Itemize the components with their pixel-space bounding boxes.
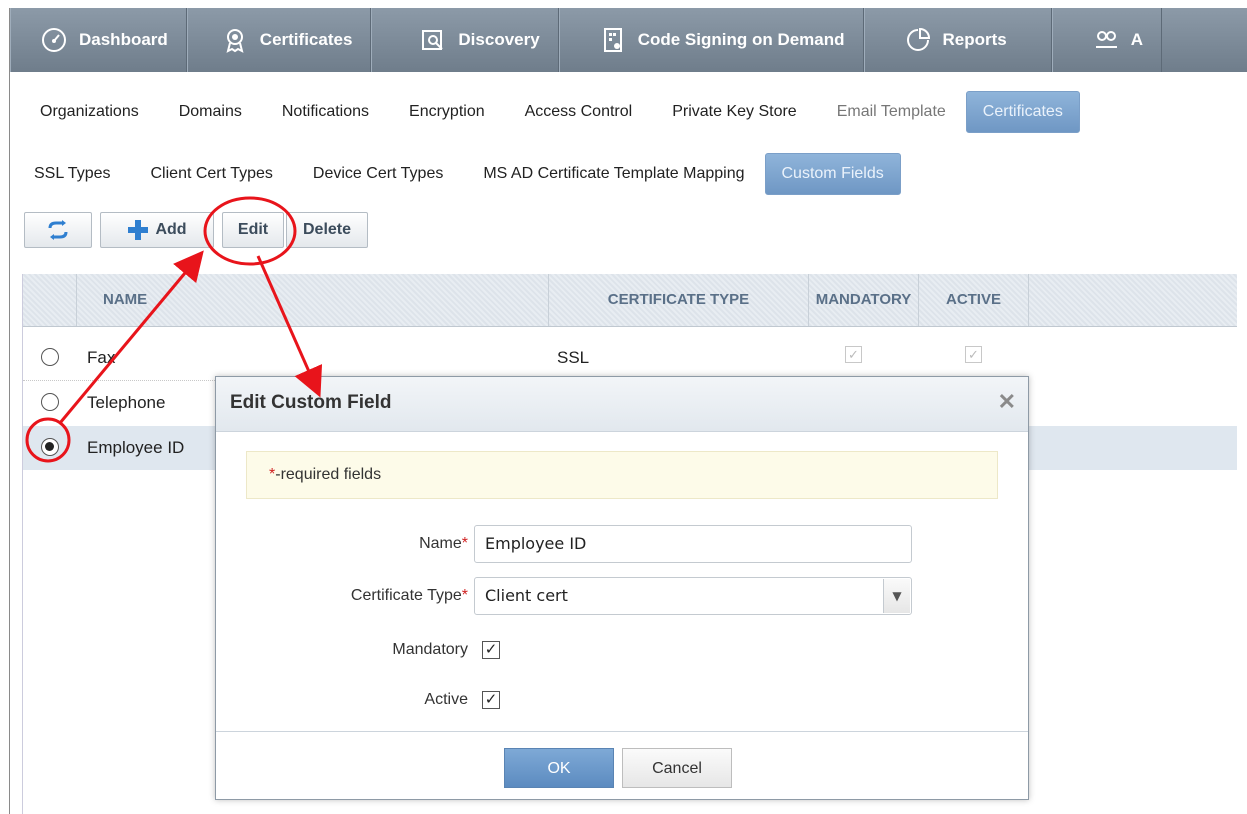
edit-custom-field-dialog: Edit Custom Field ✕ *-required fields Na… bbox=[215, 376, 1029, 800]
mandatory-row: Mandatory ✓ bbox=[216, 631, 1028, 671]
column-header-name[interactable]: NAME bbox=[77, 274, 549, 326]
row-name: Fax bbox=[87, 348, 116, 367]
tab-access-control[interactable]: Access Control bbox=[505, 93, 653, 131]
tab-email-template[interactable]: Email Template bbox=[817, 93, 966, 131]
nav-certificates[interactable]: Certificates bbox=[186, 8, 372, 72]
certificate-badge-icon bbox=[226, 29, 244, 53]
column-header-mandatory[interactable]: MANDATORY bbox=[809, 274, 919, 326]
certificate-type-value: Client cert bbox=[485, 586, 568, 605]
edit-button[interactable]: Edit bbox=[222, 212, 284, 248]
plus-icon bbox=[128, 220, 149, 240]
dialog-footer: OK Cancel bbox=[216, 731, 1028, 800]
delete-button-label: Delete bbox=[302, 221, 352, 238]
nav-dashboard[interactable]: Dashboard bbox=[10, 8, 187, 72]
tab-device-cert-types[interactable]: Device Cert Types bbox=[293, 155, 463, 193]
tab-certificates[interactable]: Certificates bbox=[965, 91, 1080, 133]
active-checkbox: ✓ bbox=[965, 346, 982, 363]
top-nav: Dashboard Certificates Discovery Code Si… bbox=[10, 8, 1247, 72]
gauge-icon bbox=[42, 28, 66, 52]
certificate-type-row: Certificate Type* Client cert ▼ bbox=[216, 577, 1028, 617]
active-row: Active ✓ bbox=[216, 681, 1028, 721]
admin-icon bbox=[1095, 31, 1117, 48]
row-radio[interactable] bbox=[41, 393, 59, 411]
toolbar: Add Edit Delete bbox=[24, 212, 368, 248]
pie-chart-icon bbox=[906, 27, 930, 51]
nav-certificates-label: Certificates bbox=[259, 30, 353, 49]
row-certificate-type: SSL bbox=[557, 348, 590, 367]
nav-code-signing-label: Code Signing on Demand bbox=[637, 30, 845, 49]
required-star: * bbox=[461, 535, 468, 552]
required-note-label: -required fields bbox=[275, 466, 382, 483]
required-fields-text: *-required fields bbox=[269, 466, 381, 484]
tab-client-cert-types[interactable]: Client Cert Types bbox=[131, 155, 293, 193]
nav-admin-label: A bbox=[1130, 30, 1144, 49]
required-fields-note: *-required fields bbox=[246, 451, 998, 499]
tab-notifications[interactable]: Notifications bbox=[262, 93, 389, 131]
edit-button-label: Edit bbox=[237, 221, 269, 238]
settings-tabs: Organizations Domains Notifications Encr… bbox=[20, 90, 1080, 134]
ok-button[interactable]: OK bbox=[504, 748, 614, 788]
tab-custom-fields[interactable]: Custom Fields bbox=[764, 153, 901, 195]
code-document-icon bbox=[603, 28, 622, 52]
name-row: Name* Employee ID bbox=[216, 525, 1028, 565]
row-name: Employee ID bbox=[87, 438, 185, 457]
row-name: Telephone bbox=[87, 393, 166, 412]
nav-reports[interactable]: Reports bbox=[863, 8, 1052, 72]
row-radio[interactable] bbox=[41, 348, 59, 366]
name-label-text: Name bbox=[419, 535, 462, 552]
mandatory-checkbox[interactable]: ✓ bbox=[482, 641, 500, 659]
name-field[interactable]: Employee ID bbox=[474, 525, 912, 563]
close-icon[interactable]: ✕ bbox=[998, 389, 1016, 415]
dialog-title: Edit Custom Field bbox=[230, 392, 392, 413]
name-label: Name* bbox=[419, 535, 468, 553]
certificate-type-select[interactable]: Client cert ▼ bbox=[474, 577, 912, 615]
tab-domains[interactable]: Domains bbox=[159, 93, 262, 131]
dialog-title-bar: Edit Custom Field ✕ bbox=[216, 377, 1028, 432]
nav-discovery-label: Discovery bbox=[458, 30, 540, 49]
required-star: * bbox=[461, 587, 468, 604]
table-row[interactable]: Fax SSL ✓ ✓ bbox=[23, 336, 1023, 380]
nav-code-signing[interactable]: Code Signing on Demand bbox=[558, 8, 864, 72]
certificate-tabs: SSL Types Client Cert Types Device Cert … bbox=[34, 152, 901, 196]
tab-encryption[interactable]: Encryption bbox=[389, 93, 505, 131]
add-button-label: Add bbox=[155, 221, 187, 238]
tab-organizations[interactable]: Organizations bbox=[20, 93, 159, 131]
table-header: NAME CERTIFICATE TYPE MANDATORY ACTIVE bbox=[23, 274, 1237, 327]
chevron-down-icon[interactable]: ▼ bbox=[883, 579, 910, 613]
magnifier-document-icon bbox=[422, 30, 444, 50]
tab-ssl-types[interactable]: SSL Types bbox=[34, 155, 131, 193]
active-label: Active bbox=[424, 691, 468, 708]
select-column-header bbox=[23, 274, 77, 326]
nav-dashboard-label: Dashboard bbox=[79, 30, 168, 49]
refresh-icon bbox=[48, 220, 68, 240]
mandatory-label: Mandatory bbox=[392, 641, 468, 658]
certificate-type-label-text: Certificate Type bbox=[350, 587, 462, 604]
row-radio-selected[interactable] bbox=[41, 438, 59, 456]
certificate-type-label: Certificate Type* bbox=[351, 587, 468, 605]
refresh-button[interactable] bbox=[24, 212, 92, 248]
nav-discovery[interactable]: Discovery bbox=[371, 8, 559, 72]
nav-admin[interactable]: A bbox=[1051, 8, 1163, 72]
column-header-active[interactable]: ACTIVE bbox=[919, 274, 1029, 326]
add-button[interactable]: Add bbox=[100, 212, 214, 248]
mandatory-checkbox: ✓ bbox=[845, 346, 862, 363]
delete-button[interactable]: Delete bbox=[286, 212, 368, 248]
tab-private-key-store[interactable]: Private Key Store bbox=[652, 93, 817, 131]
tab-ms-ad-template-mapping[interactable]: MS AD Certificate Template Mapping bbox=[463, 155, 764, 193]
active-checkbox[interactable]: ✓ bbox=[482, 691, 500, 709]
cancel-button[interactable]: Cancel bbox=[622, 748, 732, 788]
nav-reports-label: Reports bbox=[942, 30, 1007, 49]
column-header-certificate-type[interactable]: CERTIFICATE TYPE bbox=[549, 274, 809, 326]
